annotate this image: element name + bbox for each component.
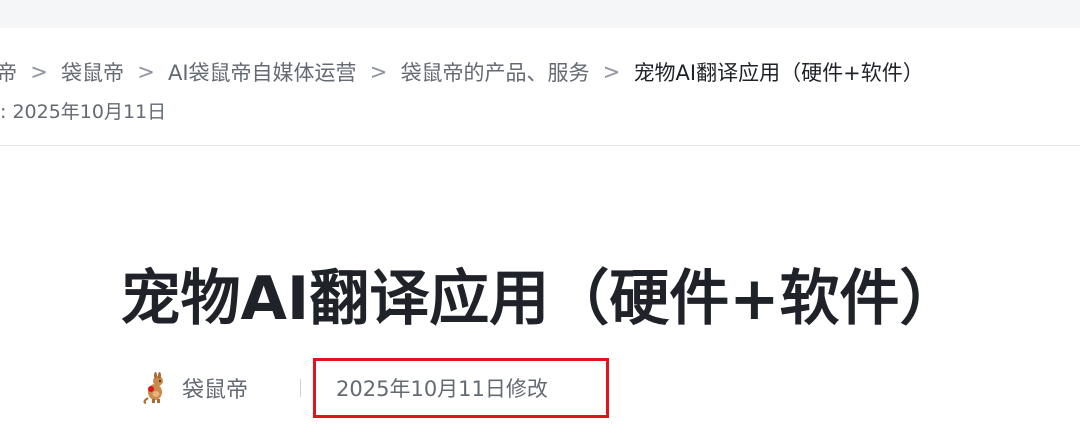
chevron-right-icon: >: [369, 60, 388, 84]
breadcrumb: 帝 > 袋鼠帝 > AI袋鼠帝自媒体运营 > 袋鼠帝的产品、服务 > 宠物AI翻…: [0, 52, 1080, 92]
modified-date: 2025年10月11日修改: [336, 377, 548, 401]
header-divider: [0, 145, 1080, 146]
top-bar: [0, 0, 1080, 28]
breadcrumb-item-media-ops[interactable]: AI袋鼠帝自媒体运营: [168, 57, 357, 87]
breadcrumb-item-current[interactable]: 宠物AI翻译应用（硬件+软件）: [634, 57, 924, 87]
highlight-box: 2025年10月11日修改: [313, 358, 610, 418]
page-title: 宠物AI翻译应用（硬件+软件）: [120, 264, 960, 334]
chevron-right-icon: >: [602, 60, 621, 84]
breadcrumb-item-root[interactable]: 帝: [0, 57, 17, 87]
meta-separator: [300, 379, 302, 397]
document-meta: 袋鼠帝 2025年10月11日修改: [140, 358, 610, 418]
chevron-right-icon: >: [30, 60, 48, 84]
kangaroo-icon[interactable]: [140, 372, 172, 404]
breadcrumb-item-products[interactable]: 袋鼠帝的产品、服务: [401, 57, 590, 87]
chevron-right-icon: >: [137, 60, 155, 84]
breadcrumb-item-daishudi[interactable]: 袋鼠帝: [61, 57, 124, 87]
last-updated-text: : 2025年10月11日: [0, 101, 167, 123]
author-name[interactable]: 袋鼠帝: [182, 372, 248, 404]
